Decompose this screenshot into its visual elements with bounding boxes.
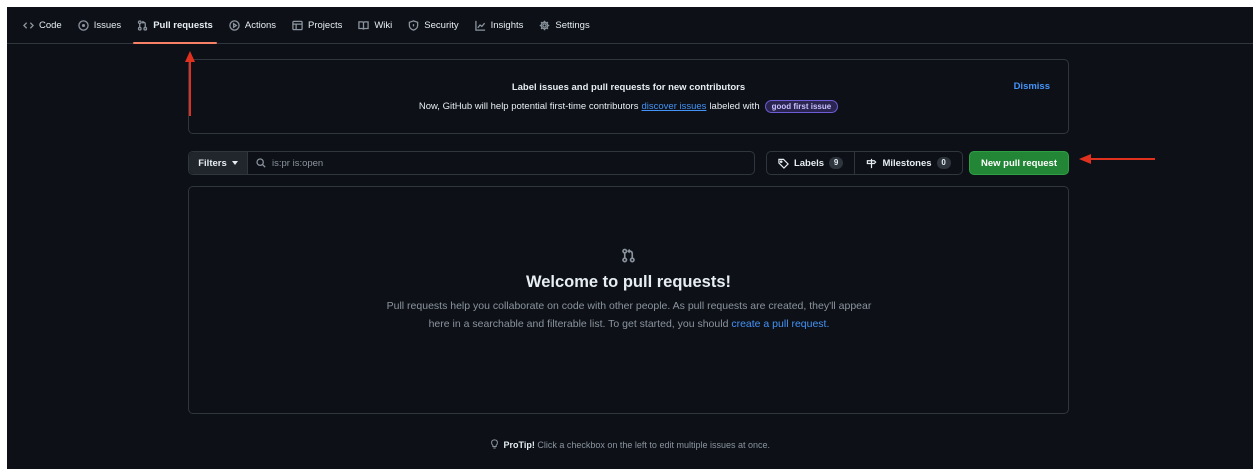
milestones-count: 0 [936, 157, 951, 169]
tab-issues[interactable]: Issues [70, 7, 129, 43]
milestones-label: Milestones [882, 157, 932, 169]
tab-projects[interactable]: Projects [284, 7, 350, 43]
tab-label: Wiki [374, 19, 393, 31]
create-pull-request-link[interactable]: create a pull request [731, 318, 826, 330]
labels-milestones-group: Labels 9 Milestones 0 [766, 151, 963, 175]
book-icon [358, 20, 370, 30]
labels-count: 9 [829, 157, 844, 169]
light-bulb-icon [491, 439, 498, 449]
tab-code[interactable]: Code [15, 7, 70, 43]
table-icon [292, 20, 303, 30]
banner-title: Label issues and pull requests for new c… [511, 82, 746, 93]
tag-icon [778, 158, 789, 169]
contributor-banner: Label issues and pull requests for new c… [188, 59, 1069, 134]
milestones-button[interactable]: Milestones 0 [855, 152, 962, 174]
protip-text: Click a checkbox on the left to edit mul… [537, 440, 770, 450]
labels-label: Labels [793, 157, 825, 169]
tab-label: Issues [93, 19, 122, 31]
search-icon [256, 158, 266, 168]
dismiss-button[interactable]: Dismiss [1014, 81, 1050, 92]
tab-pull-requests[interactable]: Pull requests [129, 7, 221, 44]
repo-nav: Code Issues Pull requests Actions Projec… [7, 7, 1253, 44]
tab-label: Security [424, 19, 459, 31]
blankslate: Welcome to pull requests! Pull requests … [188, 186, 1069, 414]
triangle-down-icon [231, 161, 238, 165]
play-icon [229, 19, 240, 31]
tab-label: Code [39, 19, 62, 31]
filter-search-bar: Filters [188, 151, 755, 175]
protip: ProTip! Click a checkbox on the left to … [7, 439, 1253, 450]
tab-insights[interactable]: Insights [467, 7, 532, 43]
tab-label: Settings [555, 19, 590, 31]
banner-body: Now, GitHub will help potential first-ti… [189, 100, 1068, 113]
tab-label: Pull requests [153, 19, 213, 31]
tab-actions[interactable]: Actions [221, 7, 284, 43]
filters-dropdown-button[interactable]: Filters [189, 152, 248, 174]
new-pull-request-button[interactable]: New pull request [969, 151, 1069, 175]
git-pull-request-icon [622, 248, 635, 263]
labels-button[interactable]: Labels 9 [767, 152, 855, 174]
gear-icon [540, 20, 550, 30]
discover-issues-link[interactable]: discover issues [641, 101, 706, 112]
graph-icon [474, 20, 485, 31]
blankslate-title: Welcome to pull requests! [525, 273, 732, 291]
tab-label: Insights [490, 19, 524, 31]
tab-settings[interactable]: Settings [531, 7, 597, 43]
banner-text-after: labeled with [709, 101, 760, 112]
shield-icon [409, 19, 419, 31]
tab-label: Projects [308, 19, 343, 31]
search-wrapper [248, 152, 754, 174]
app-frame: Code Issues Pull requests Actions Projec… [7, 7, 1253, 469]
tab-wiki[interactable]: Wiki [350, 7, 400, 43]
filters-label: Filters [198, 157, 227, 169]
code-icon [23, 21, 34, 29]
issue-opened-icon [77, 19, 89, 31]
banner-text: Now, GitHub will help potential first-ti… [418, 101, 639, 112]
blankslate-link-end: . [826, 318, 830, 330]
git-pull-request-icon [138, 19, 148, 31]
milestone-icon [867, 158, 877, 168]
search-input[interactable] [272, 157, 754, 169]
protip-label: ProTip! [503, 440, 535, 450]
blankslate-body: Pull requests help you collaborate on co… [379, 297, 879, 333]
good-first-issue-label[interactable]: good first issue [764, 100, 839, 113]
tab-label: Actions [244, 19, 277, 31]
tab-security[interactable]: Security [400, 7, 466, 43]
